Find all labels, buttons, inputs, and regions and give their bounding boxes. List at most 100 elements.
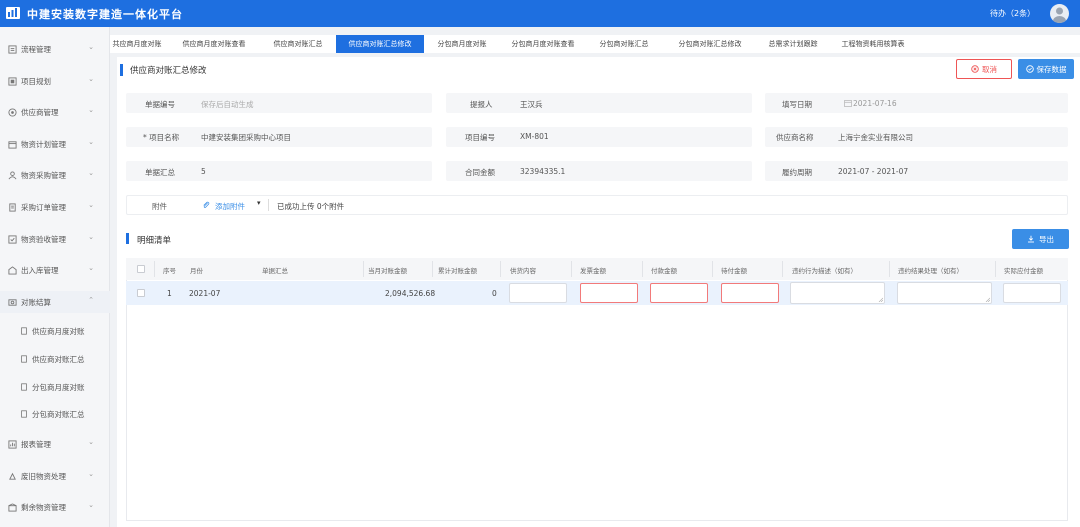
- tab-consumption-accounting[interactable]: 工程物资耗用核算表: [832, 35, 914, 53]
- chevron-down-icon: ⌄: [88, 106, 94, 114]
- col-header-invoice-amount: 发票金额: [580, 267, 606, 275]
- invoice-amount-input[interactable]: [580, 283, 638, 303]
- acceptance-icon: [8, 234, 17, 244]
- cancel-button[interactable]: 取消: [956, 59, 1012, 79]
- sidebar-item-label: 流程管理: [21, 44, 51, 54]
- pending-tasks-link[interactable]: 待办（2条）: [990, 8, 1035, 19]
- sidebar-item-plan[interactable]: 项目规划 ⌄: [0, 70, 110, 92]
- sidebar-subitem-subcontractor-summary[interactable]: 分包商对账汇总: [0, 403, 110, 425]
- sidebar-subitem-subcontractor-monthly[interactable]: 分包商月度对账: [0, 376, 110, 398]
- project-no-value: XM-801: [520, 132, 549, 141]
- col-header-actual-payable: 实际应付金额: [1004, 267, 1043, 275]
- chevron-down-icon: ⌄: [88, 233, 94, 241]
- doc-no-label: 单据编号: [145, 100, 175, 109]
- sidebar-item-surplus[interactable]: 剩余物资管理 ⌄: [0, 496, 110, 518]
- sidebar-item-label: 项目规划: [21, 76, 51, 86]
- sidebar-item-supplier[interactable]: 供应商管理 ⌄: [0, 101, 110, 123]
- col-header-breach-result: 违约结果处理（如有）: [898, 267, 963, 275]
- sidebar-item-recycle[interactable]: 废旧物资处理 ⌄: [0, 465, 110, 487]
- tab-supplier-monthly[interactable]: 共应商月度对账: [106, 35, 168, 53]
- tab-supplier-monthly-view[interactable]: 供应商月度对账查看: [172, 35, 256, 53]
- row-checkbox[interactable]: [137, 289, 145, 297]
- user-icon: [1053, 7, 1066, 23]
- close-circle-icon: [971, 65, 979, 73]
- sidebar-item-label: 废旧物资处理: [21, 471, 66, 481]
- chevron-down-icon: ⌄: [88, 138, 94, 146]
- material-plan-icon: [8, 140, 17, 149]
- tab-subcontractor-monthly[interactable]: 分包商月度对账: [428, 35, 496, 53]
- tab-supplier-summary-edit[interactable]: 供应商对账汇总修改: [336, 35, 424, 53]
- top-bar: 中建安装数字建造一体化平台 待办（2条）: [0, 0, 1080, 27]
- actual-payable-input[interactable]: [1003, 283, 1061, 303]
- attachment-label: 附件: [152, 202, 167, 211]
- export-button[interactable]: 导出: [1012, 229, 1069, 249]
- breach-desc-textarea[interactable]: [790, 282, 885, 304]
- breach-result-textarea[interactable]: [897, 282, 992, 304]
- avatar[interactable]: [1050, 4, 1069, 23]
- sidebar-subitem-supplier-monthly[interactable]: 供应商月度对账: [0, 320, 110, 342]
- sidebar-item-label: 出入库管理: [21, 265, 59, 275]
- supplier-value: 上海宁金实业有限公司: [838, 133, 913, 142]
- caret-down-icon[interactable]: ▾: [257, 199, 261, 207]
- col-header-breach-desc: 违约行为描述（如有）: [792, 267, 857, 275]
- sidebar-item-label: 剩余物资管理: [21, 502, 66, 512]
- sidebar-item-label: 采购订单管理: [21, 202, 66, 212]
- document-icon: [21, 355, 27, 363]
- document-icon: [21, 410, 27, 418]
- col-header-doc-sum: 单据汇总: [262, 267, 288, 275]
- cell-no: 1: [167, 289, 172, 298]
- chevron-down-icon: ⌄: [88, 264, 94, 272]
- sidebar-item-report[interactable]: 报表管理 ⌄: [0, 433, 110, 455]
- doc-no-placeholder: 保存后自动生成: [201, 100, 254, 109]
- sidebar-item-acceptance[interactable]: 物资验收管理 ⌄: [0, 228, 110, 250]
- sidebar-subitem-supplier-summary[interactable]: 供应商对账汇总: [0, 348, 110, 370]
- doc-sum-value: 5: [201, 167, 206, 176]
- section-accent: [126, 233, 129, 244]
- sidebar-item-label: 对账结算: [21, 297, 51, 307]
- add-attachment-link[interactable]: 添加附件: [215, 201, 245, 212]
- paid-amount-input[interactable]: [650, 283, 708, 303]
- chevron-down-icon: ⌄: [88, 501, 94, 509]
- tab-subcontractor-summary-edit[interactable]: 分包商对账汇总修改: [664, 35, 756, 53]
- plan-icon: [8, 76, 17, 86]
- proposer-label: 提报人: [470, 100, 493, 109]
- document-icon: [21, 327, 27, 335]
- resize-grip-icon[interactable]: [878, 297, 883, 302]
- sidebar-item-label: 物资验收管理: [21, 234, 66, 244]
- sidebar-item-flow[interactable]: 流程管理 ⌄: [0, 38, 110, 60]
- select-all-checkbox[interactable]: [137, 265, 145, 273]
- proposer-value: 王汉兵: [520, 100, 543, 109]
- project-name-label: * 项目名称: [143, 133, 180, 142]
- project-no-label: 项目编号: [465, 133, 495, 142]
- sidebar-item-label: 物资采购管理: [21, 170, 66, 180]
- tab-subcontractor-summary[interactable]: 分包商对账汇总: [590, 35, 658, 53]
- supplier-label: 供应商名称: [776, 133, 814, 142]
- order-icon: [9, 202, 16, 212]
- sidebar-item-settlement[interactable]: 对账结算 ⌃: [0, 291, 110, 313]
- unpaid-amount-input[interactable]: [721, 283, 779, 303]
- report-icon: [8, 439, 17, 449]
- save-button[interactable]: 保存数据: [1018, 59, 1074, 79]
- cell-total-amount: 0: [492, 289, 497, 298]
- period-value: 2021-07 - 2021-07: [838, 167, 909, 176]
- col-header-unpaid-amount: 待付金额: [721, 267, 747, 275]
- paperclip-icon: [203, 201, 210, 208]
- surplus-icon: [8, 502, 17, 512]
- flow-icon: [8, 44, 17, 54]
- title-accent: [120, 64, 123, 76]
- platform-title: 中建安装数字建造一体化平台: [27, 8, 183, 21]
- sidebar-item-warehouse[interactable]: 出入库管理 ⌄: [0, 259, 110, 281]
- chevron-down-icon: ⌄: [88, 43, 94, 51]
- tab-subcontractor-monthly-view[interactable]: 分包商月度对账查看: [502, 35, 584, 53]
- tab-supplier-summary[interactable]: 供应商对账汇总: [260, 35, 336, 53]
- sidebar-item-order[interactable]: 采购订单管理 ⌄: [0, 196, 110, 218]
- sidebar-item-purchase[interactable]: 物资采购管理 ⌄: [0, 164, 110, 186]
- chevron-down-icon: ⌄: [88, 169, 94, 177]
- logo-icon: [6, 7, 20, 19]
- supply-content-input[interactable]: [509, 283, 567, 303]
- resize-grip-icon[interactable]: [985, 297, 990, 302]
- fill-date-value: 2021-07-16: [853, 99, 897, 108]
- tab-demand-tracking[interactable]: 总需求计划跟踪: [758, 35, 828, 53]
- col-header-total-amount: 累计对账金额: [438, 267, 477, 275]
- sidebar-item-material-plan[interactable]: 物资计划管理 ⌄: [0, 133, 110, 155]
